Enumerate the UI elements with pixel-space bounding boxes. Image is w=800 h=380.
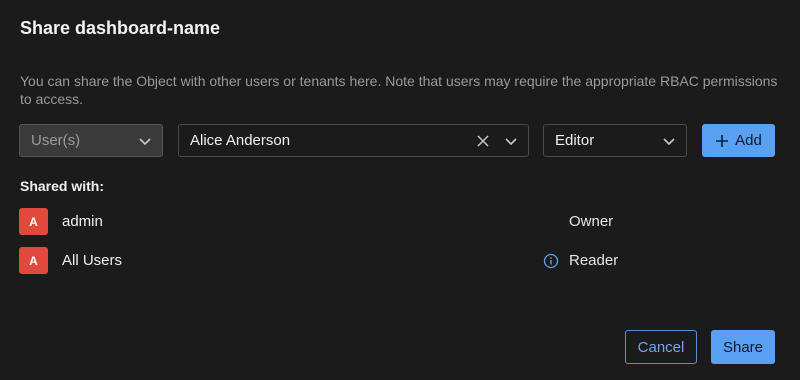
shared-row: A All Users Reader: [19, 247, 779, 274]
shared-row-role: Owner: [569, 213, 614, 230]
add-button[interactable]: Add: [702, 124, 775, 157]
user-select-value: Alice Anderson: [190, 132, 291, 149]
chevron-down-icon: [663, 138, 675, 146]
close-icon[interactable]: [476, 134, 490, 148]
dialog-title: Share dashboard-name: [20, 18, 221, 38]
role-select[interactable]: Editor: [543, 124, 687, 157]
avatar: A: [19, 247, 48, 274]
share-dialog: Share dashboard-name You can share the O…: [0, 0, 800, 380]
shared-row-name: admin: [62, 213, 103, 230]
cancel-button[interactable]: Cancel: [625, 330, 697, 364]
add-button-label: Add: [735, 132, 762, 149]
shared-row-role: Reader: [569, 252, 619, 269]
shared-with-label: Shared with:: [20, 178, 105, 194]
user-select[interactable]: Alice Anderson: [178, 124, 529, 157]
share-button[interactable]: Share: [711, 330, 775, 364]
plus-icon: [716, 134, 729, 147]
shared-row: A admin Owner: [19, 208, 779, 235]
type-select-value: User(s): [31, 132, 81, 149]
info-icon[interactable]: [543, 253, 559, 269]
dialog-description: You can share the Object with other user…: [20, 73, 778, 107]
chevron-down-icon: [139, 138, 151, 146]
role-select-value: Editor: [555, 132, 595, 149]
chevron-down-icon: [505, 138, 517, 146]
shared-row-name: All Users: [62, 252, 123, 269]
avatar: A: [19, 208, 48, 235]
type-select[interactable]: User(s): [19, 124, 163, 157]
